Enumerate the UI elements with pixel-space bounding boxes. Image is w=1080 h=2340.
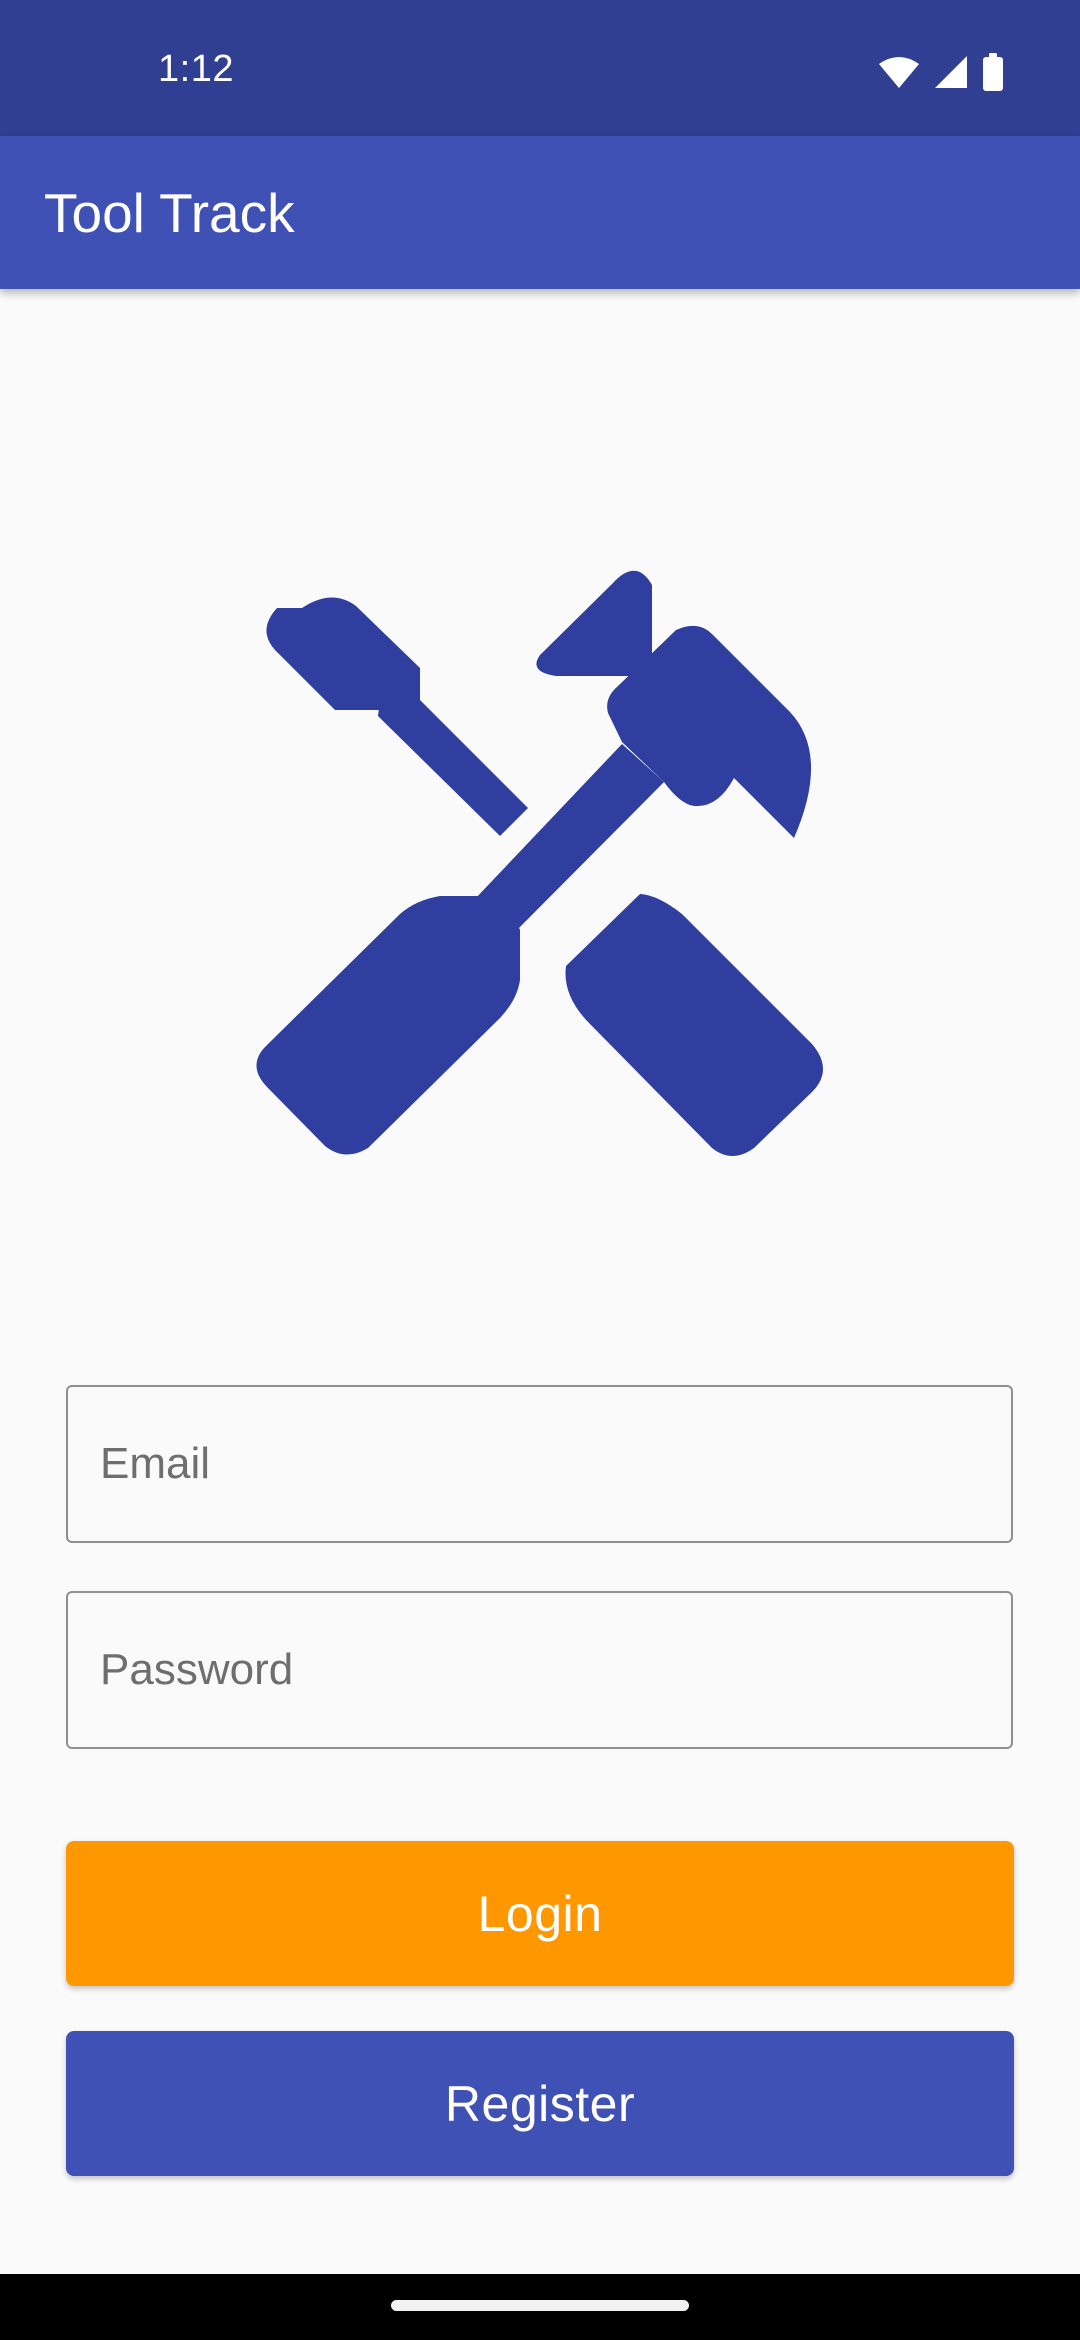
navigation-bar xyxy=(0,2274,1080,2340)
app-bar: Tool Track xyxy=(0,136,1080,289)
password-field[interactable] xyxy=(66,1591,1013,1749)
status-icons xyxy=(878,52,1004,92)
register-button[interactable]: Register xyxy=(66,2031,1014,2176)
home-gesture-handle[interactable] xyxy=(391,2300,689,2311)
cell-signal-icon xyxy=(934,55,968,89)
tools-hammer-screwdriver-icon xyxy=(256,570,823,1156)
battery-icon xyxy=(982,53,1004,91)
status-bar: 1:12 xyxy=(0,0,1080,136)
login-button[interactable]: Login xyxy=(66,1841,1014,1986)
app-title: Tool Track xyxy=(44,182,295,244)
email-field[interactable] xyxy=(66,1385,1013,1543)
status-time: 1:12 xyxy=(158,48,234,90)
app-logo xyxy=(250,560,830,1160)
wifi-icon xyxy=(878,55,920,89)
